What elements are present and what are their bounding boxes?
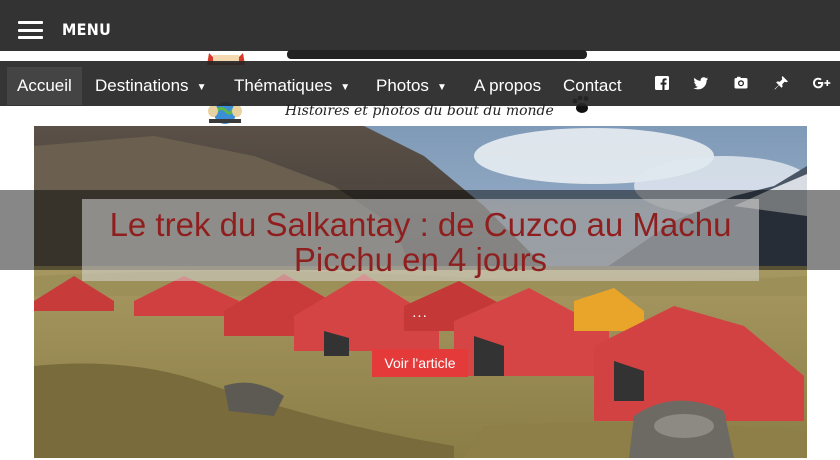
hero-image[interactable] [34,126,807,458]
hero-excerpt: ... [412,304,428,321]
nav-item-label: Accueil [17,76,72,95]
nav-item-destinations[interactable]: Destinations ▼ [95,67,206,105]
instagram-icon[interactable] [733,75,749,91]
top-menu-bar: MENU [0,0,840,51]
logo-wordmark [287,47,587,61]
pinterest-pin-icon[interactable] [773,75,789,91]
menu-label[interactable]: MENU [62,20,111,39]
facebook-icon[interactable] [654,75,670,91]
main-navigation: Accueil Destinations ▼ Thématiques ▼ Photo… [0,61,840,106]
salkantay-camp-photo [34,126,807,458]
read-article-button[interactable]: Voir l'article [372,349,468,377]
caret-down-icon: ▼ [340,82,351,93]
nav-item-thematiques[interactable]: Thématiques ▼ [234,67,350,105]
nav-item-label: Destinations [95,76,189,95]
nav-item-label: Contact [563,76,622,95]
nav-item-label: Thématiques [234,76,333,95]
nav-item-label: Photos [376,76,429,95]
caret-down-icon: ▼ [196,82,207,93]
nav-item-accueil[interactable]: Accueil [7,67,82,105]
hamburger-menu-icon[interactable] [18,21,43,39]
nav-item-label: A propos [474,76,542,95]
hero-title[interactable]: Le trek du Salkantay : de Cuzco au Machu… [82,207,759,277]
nav-item-photos[interactable]: Photos ▼ [376,67,447,105]
nav-item-contact[interactable]: Contact [563,67,622,105]
twitter-icon[interactable] [693,75,709,91]
google-plus-icon[interactable] [812,75,832,91]
caret-down-icon: ▼ [436,82,447,93]
nav-item-a-propos[interactable]: A propos [474,67,541,105]
